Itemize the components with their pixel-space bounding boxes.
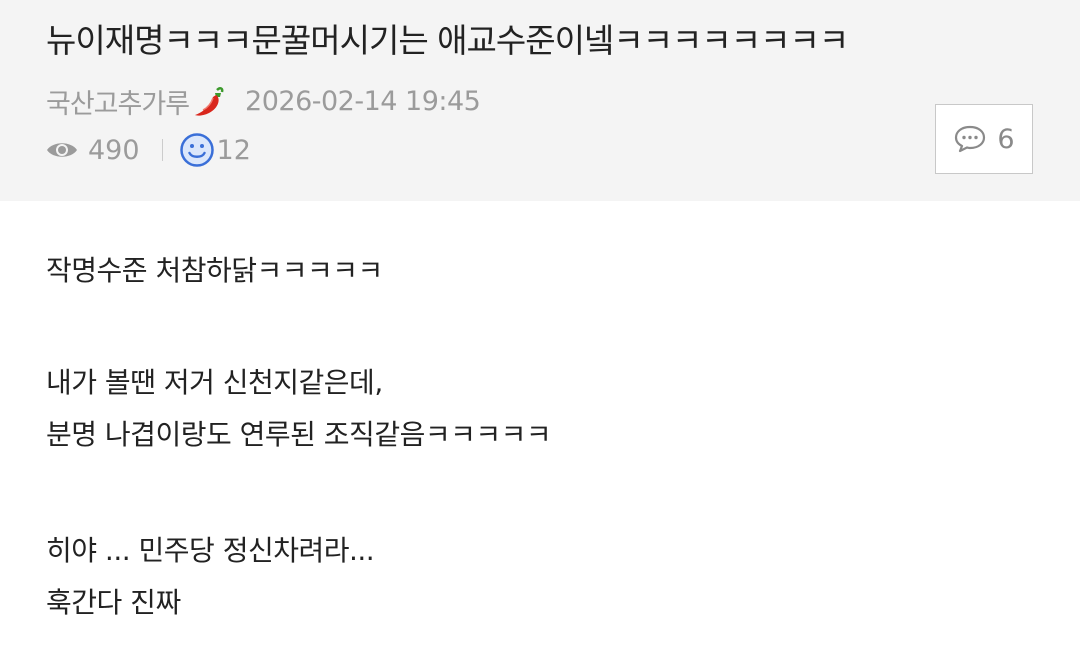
stats-divider — [161, 139, 163, 161]
comment-count: 6 — [997, 123, 1015, 155]
post-header: 뉴이재명ㅋㅋㅋ문꿀머시기는 애교수준이넼ㅋㅋㅋㅋㅋㅋㅋㅋ 국산고추가루 2026… — [0, 0, 1080, 201]
smile-icon[interactable] — [179, 132, 215, 168]
post-title: 뉴이재명ㅋㅋㅋ문꿀머시기는 애교수준이넼ㅋㅋㅋㅋㅋㅋㅋㅋ — [46, 21, 849, 60]
body-line: 히야 ... 민주당 정신차려라... — [46, 534, 375, 567]
comment-button[interactable]: 6 — [935, 104, 1033, 174]
chili-pepper-icon — [195, 86, 224, 116]
like-count: 12 — [216, 134, 251, 166]
author-name[interactable]: 국산고추가루 — [46, 82, 190, 121]
post-stats: 490 12 — [46, 132, 251, 168]
comment-bubble-icon — [955, 125, 986, 153]
post-body: 작명수준 처참하닭ㅋㅋㅋㅋㅋ 내가 볼땐 저거 신천지같은데, 분명 나겹이랑도… — [46, 253, 552, 621]
body-line: 훅간다 진짜 — [46, 586, 181, 619]
body-line: 내가 볼땐 저거 신천지같은데, — [46, 366, 383, 399]
post-meta: 국산고추가루 2026-02-14 19:45 — [46, 82, 481, 121]
body-line: 작명수준 처참하닭ㅋㅋㅋㅋㅋ — [46, 254, 383, 287]
body-line: 분명 나겹이랑도 연루된 조직같음ㅋㅋㅋㅋㅋ — [46, 418, 552, 451]
view-count: 490 — [88, 134, 140, 166]
post-date: 2026-02-14 19:45 — [245, 86, 481, 117]
eye-icon — [47, 143, 77, 157]
